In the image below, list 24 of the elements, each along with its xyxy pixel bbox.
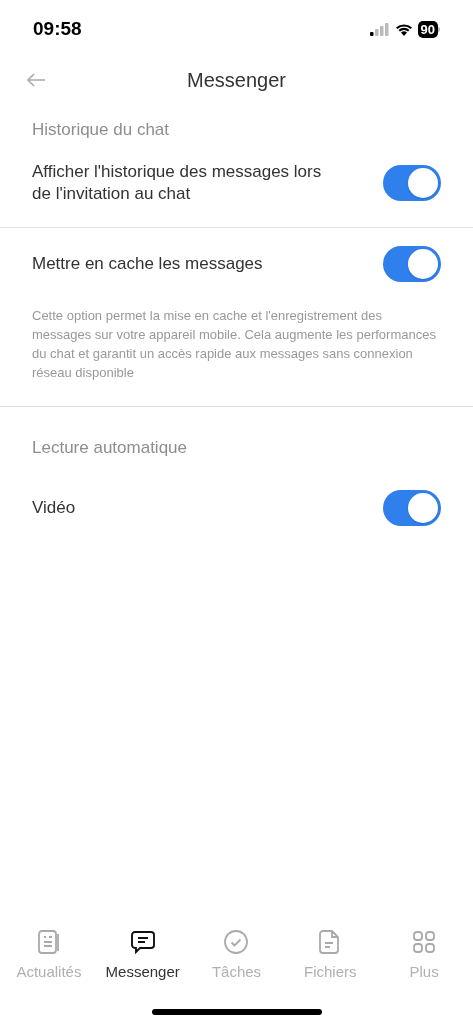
newspaper-icon bbox=[35, 928, 62, 955]
back-arrow-icon[interactable] bbox=[26, 73, 46, 87]
wifi-icon bbox=[394, 22, 413, 36]
setting-label: Vidéo bbox=[32, 497, 76, 519]
grid-icon bbox=[411, 928, 438, 955]
toggle-switch[interactable] bbox=[383, 490, 441, 526]
tab-item[interactable]: Plus bbox=[377, 928, 471, 983]
tab-item[interactable]: Actualités bbox=[2, 928, 96, 983]
setting-description: Cette option permet la mise en cache et l'enregistrement des messages sur votre appareil mobile. Cela augmente les performances du chat et garantit un accès rapide aux messages sans connexion réseau disponible bbox=[32, 306, 437, 382]
status-time: 09:58 bbox=[33, 16, 82, 41]
chat-icon bbox=[129, 928, 156, 955]
tab-item[interactable]: Tâches bbox=[189, 928, 284, 983]
setting-label: Afficher l'historique des messages lors de l'invitation au chat bbox=[32, 160, 322, 205]
signal-icon bbox=[369, 22, 390, 36]
battery-level: 90 bbox=[417, 20, 438, 38]
toggle-switch[interactable] bbox=[383, 245, 441, 282]
setting-label: Mettre en cache les messages bbox=[32, 252, 263, 275]
toggle-switch[interactable] bbox=[383, 164, 441, 201]
section-heading: Historique du chat bbox=[32, 119, 171, 141]
check-circle-icon bbox=[223, 928, 250, 955]
tab-item[interactable]: Fichiers bbox=[283, 928, 378, 983]
section-heading: Lecture automatique bbox=[32, 436, 188, 459]
tab-item[interactable]: Messenger bbox=[95, 928, 190, 983]
header-title: Messenger bbox=[187, 68, 286, 93]
